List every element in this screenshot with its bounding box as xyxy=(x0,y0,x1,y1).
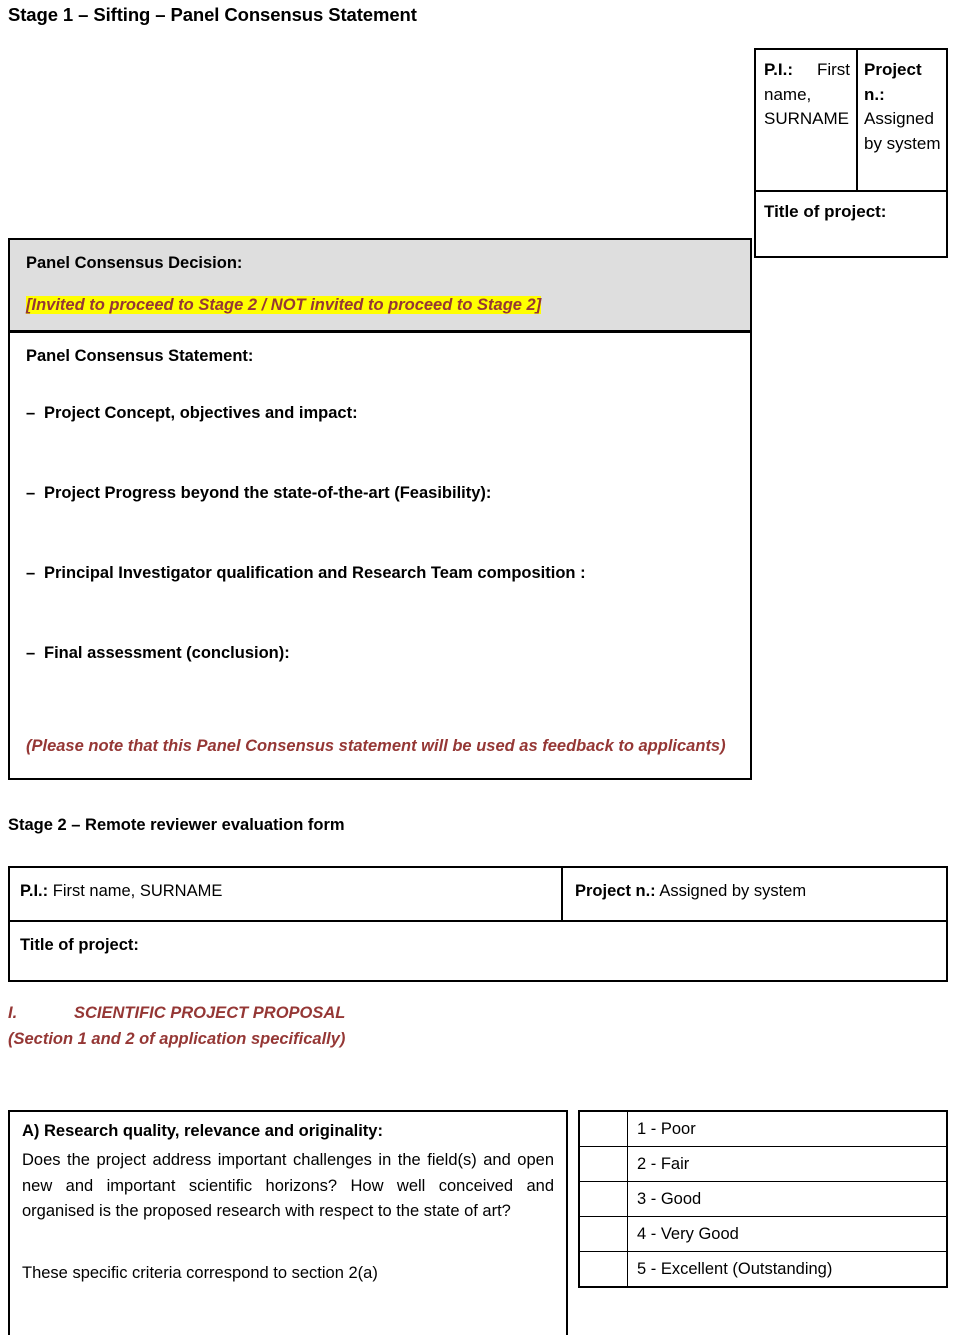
proposal-title: SCIENTIFIC PROJECT PROPOSAL xyxy=(74,1004,346,1022)
proposal-subtitle: (Section 1 and 2 of application specific… xyxy=(8,1030,346,1049)
stage2-project-number-value: Assigned by system xyxy=(659,882,807,900)
stage2-project-title-cell: Title of project: xyxy=(20,936,139,954)
consensus-feedback-note: (Please note that this Panel Consensus s… xyxy=(26,736,726,755)
rating-checkbox-very-good[interactable] xyxy=(580,1217,628,1251)
proposal-numeral: I. xyxy=(8,1004,18,1022)
dash-marker: – xyxy=(26,643,36,662)
consensus-item-label: Project Concept, objectives and impact: xyxy=(44,403,358,422)
stage2-heading: Stage 2 – Remote reviewer evaluation for… xyxy=(8,816,345,834)
rating-scale-row[interactable]: 1 - Poor xyxy=(580,1112,946,1147)
document-page: Stage 1 – Sifting – Panel Consensus Stat… xyxy=(0,0,960,1335)
criterion-a-cell: A) Research quality, relevance and origi… xyxy=(8,1110,568,1335)
rating-label: 3 - Good xyxy=(637,1190,702,1208)
rating-scale-table: 1 - Poor 2 - Fair 3 - Good 4 - Very Good… xyxy=(578,1110,948,1288)
rating-checkbox-fair[interactable] xyxy=(580,1147,628,1181)
rating-label: 5 - Excellent (Outstanding) xyxy=(637,1260,833,1278)
criterion-a-title: A) Research quality, relevance and origi… xyxy=(22,1122,383,1140)
stage2-pi-label: P.I.: xyxy=(20,882,49,900)
criterion-a-body: Does the project address important chall… xyxy=(22,1151,554,1221)
consensus-item-label: Final assessment (conclusion): xyxy=(44,643,290,662)
stage1-identification-table: P.I.: First name, SURNAME Project n.: As… xyxy=(754,48,948,258)
pi-cell: P.I.: First name, SURNAME xyxy=(756,50,858,190)
proposal-section-heading: I. SCIENTIFIC PROJECT PROPOSAL (Section 1… xyxy=(8,1000,345,1053)
rating-checkbox-poor[interactable] xyxy=(580,1112,628,1146)
rating-label: 4 - Very Good xyxy=(637,1225,739,1243)
project-number-value: Assigned by system xyxy=(864,109,941,153)
consensus-item-pi-qualification: – Principal Investigator qualification a… xyxy=(26,564,734,644)
stage2-pi-value: First name, SURNAME xyxy=(52,882,223,900)
project-title-cell: Title of project: xyxy=(756,192,946,256)
rating-label: 2 - Fair xyxy=(637,1155,690,1173)
consensus-item-label: Principal Investigator qualification and… xyxy=(44,563,586,582)
decision-options-highlight: [Invited to proceed to Stage 2 / NOT inv… xyxy=(26,296,542,314)
rating-scale-row[interactable]: 2 - Fair xyxy=(580,1147,946,1182)
consensus-item-concept: – Project Concept, objectives and impact… xyxy=(26,404,734,484)
panel-consensus-decision-label: Panel Consensus Decision: xyxy=(26,254,243,272)
panel-consensus-table: Panel Consensus Decision: [Invited to pr… xyxy=(8,238,752,780)
table-row: P.I.: First name, SURNAME Project n.: As… xyxy=(756,50,946,192)
rating-scale-row[interactable]: 3 - Good xyxy=(580,1182,946,1217)
rating-checkbox-good[interactable] xyxy=(580,1182,628,1216)
stage2-project-number-label: Project n.: xyxy=(575,882,656,900)
project-number-cell: Project n.: Assigned by system xyxy=(858,50,946,190)
panel-consensus-decision-value-row: [Invited to proceed to Stage 2 / NOT inv… xyxy=(26,293,734,318)
stage2-project-number-cell: Project n.: Assigned by system xyxy=(563,868,946,920)
table-row: P.I.: First name, SURNAME Project n.: As… xyxy=(10,868,946,922)
dash-marker: – xyxy=(26,483,36,502)
rating-scale-row[interactable]: 5 - Excellent (Outstanding) xyxy=(580,1252,946,1286)
stage2-pi-cell: P.I.: First name, SURNAME xyxy=(10,868,563,920)
panel-consensus-decision-cell: Panel Consensus Decision: [Invited to pr… xyxy=(10,240,750,333)
pi-label: P.I.: xyxy=(764,60,793,79)
consensus-item-final-assessment: – Final assessment (conclusion): xyxy=(26,644,734,724)
project-number-label: Project n.: xyxy=(864,60,922,104)
rating-scale-row[interactable]: 4 - Very Good xyxy=(580,1217,946,1252)
stage2-identification-table: P.I.: First name, SURNAME Project n.: As… xyxy=(8,866,948,982)
consensus-item-label: Project Progress beyond the state-of-the… xyxy=(44,483,492,502)
rating-checkbox-excellent[interactable] xyxy=(580,1252,628,1286)
rating-label: 1 - Poor xyxy=(637,1120,696,1138)
dash-marker: – xyxy=(26,563,36,582)
page-title: Stage 1 – Sifting – Panel Consensus Stat… xyxy=(8,4,417,25)
consensus-item-progress: – Project Progress beyond the state-of-t… xyxy=(26,484,734,564)
dash-marker: – xyxy=(26,403,36,422)
panel-consensus-statement-label: Panel Consensus Statement: xyxy=(26,346,254,365)
panel-consensus-statement-cell: Panel Consensus Statement: – Project Con… xyxy=(10,333,750,778)
proposal-title-row: I. SCIENTIFIC PROJECT PROPOSAL xyxy=(8,1000,345,1026)
project-title-label: Title of project: xyxy=(764,202,887,221)
criterion-a-footer: These specific criteria correspond to se… xyxy=(22,1263,378,1282)
